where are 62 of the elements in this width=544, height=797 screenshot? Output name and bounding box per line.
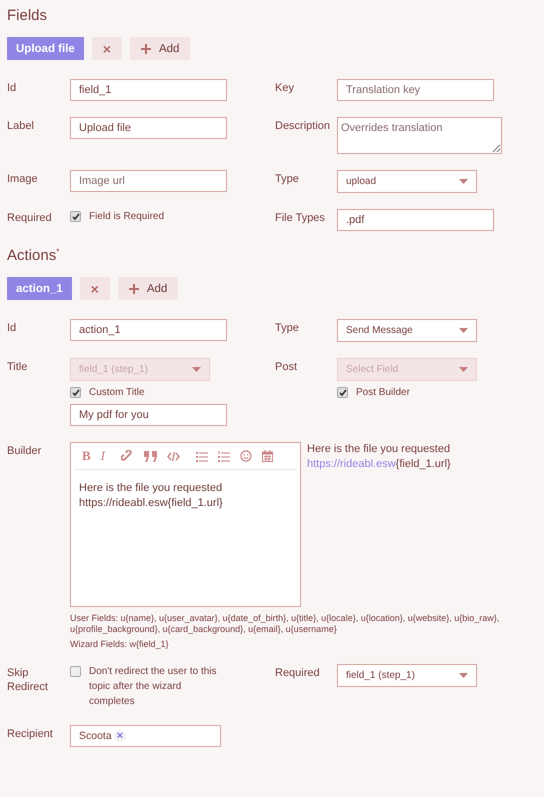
field-label: Skip Redirect <box>7 666 49 694</box>
field-label: Required <box>275 666 321 680</box>
help-text: User Fields: u{name}, u{user_avatar}, u{date_of_birth}, u{title}, u{locale}, u{location}, u{website}, u{bio_raw}, u{profile_background}, u{card_background}, u{email}, u{username} <box>70 613 500 635</box>
checkbox[interactable] <box>337 387 348 398</box>
checkbox[interactable] <box>70 387 81 398</box>
text-field[interactable]: Image url <box>70 170 227 192</box>
caret-icon <box>459 673 468 678</box>
preview-text: {field_1.url} <box>396 458 451 470</box>
dropdown[interactable]: field_1 (step_1) <box>337 664 477 687</box>
checkbox[interactable] <box>70 666 81 677</box>
field-label: Id <box>7 81 18 95</box>
calendar-icon[interactable] <box>262 450 274 462</box>
smiley-icon[interactable] <box>240 450 252 462</box>
editor-text: Here is the file you requested <box>79 481 224 496</box>
field-label: Title <box>7 360 28 374</box>
section-heading: Actions$^{*}$ <box>7 247 60 264</box>
tag-label: Scoota <box>79 730 112 742</box>
text-field[interactable]: field_1 <box>70 79 227 101</box>
field-label: Image <box>7 172 39 186</box>
field-label: Id <box>7 321 18 335</box>
preview-text: Here is the file you requested <box>307 442 452 457</box>
caret-icon <box>459 367 468 372</box>
text-field[interactable]: .pdf <box>337 209 494 231</box>
text-field[interactable]: My pdf for you <box>70 404 227 426</box>
add-button[interactable]: Add <box>118 277 178 300</box>
numbered-list-icon[interactable] <box>218 450 230 462</box>
field-label: Recipient <box>7 727 54 741</box>
field-label: Key <box>275 81 295 95</box>
dropdown[interactable]: Send Message <box>337 319 477 342</box>
section-heading: Fields <box>7 7 48 24</box>
field-label: Type <box>275 172 300 186</box>
quote-icon[interactable] <box>144 450 158 462</box>
checkbox-label: Don't redirect the user to this topic after the wizard completes <box>89 665 218 709</box>
field-label: Required <box>7 211 53 225</box>
dropdown[interactable]: upload <box>337 170 477 193</box>
code-icon[interactable] <box>167 450 180 462</box>
field-label: Type <box>275 321 300 335</box>
link-icon[interactable] <box>121 450 134 462</box>
text-field[interactable]: Upload file <box>70 117 227 139</box>
checkbox[interactable] <box>70 211 81 222</box>
text-field[interactable]: Translation key <box>337 79 494 101</box>
checkbox-label: Custom Title <box>89 386 146 400</box>
help-text: Wizard Fields: w{field_1} <box>70 639 170 650</box>
field-label: Label <box>7 119 35 133</box>
caret-icon <box>192 367 201 372</box>
checkbox-label: Post Builder <box>356 386 411 400</box>
caret-icon <box>459 179 468 184</box>
plus-icon <box>140 44 151 54</box>
checkbox-label: Field is Required <box>89 210 166 224</box>
field-label: Description <box>275 119 332 133</box>
text-area[interactable]: Overrides translation <box>337 117 502 154</box>
rich-text-editor[interactable]: B I Here is the file you requested https://rideabl.esw{field_1.url} <box>70 442 301 607</box>
editor-text: https://rideabl.esw{field_1.url} <box>79 496 224 511</box>
tag-field[interactable]: Scoota × <box>70 725 221 747</box>
caret-icon <box>459 328 468 333</box>
field-label: Post <box>275 360 298 374</box>
field-label: File Types <box>275 211 326 225</box>
plus-icon <box>128 284 139 294</box>
field-label: Builder <box>7 444 42 458</box>
bullet-list-icon[interactable] <box>196 450 208 462</box>
add-button[interactable]: Add <box>130 37 190 60</box>
text-field[interactable]: action_1 <box>70 319 227 341</box>
